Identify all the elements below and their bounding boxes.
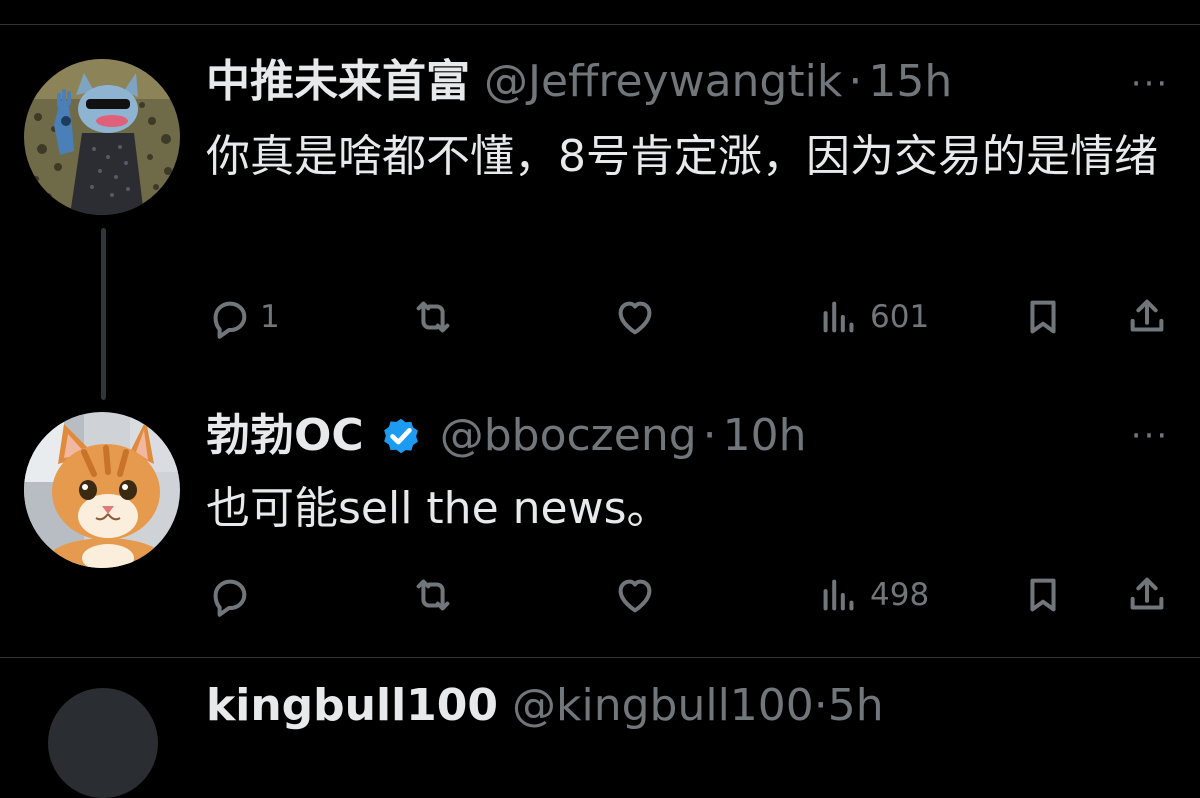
display-name[interactable]: 中推未来首富 [206,56,470,108]
share-button[interactable] [1124,294,1170,340]
heart-icon [618,579,652,613]
heart-icon [618,301,652,335]
retweet-button[interactable] [410,294,464,340]
thread-connector-line [101,228,106,400]
orange-cat-photo-avatar-icon [24,412,180,568]
next-tweet-display-name[interactable]: kingbull100 [206,680,498,731]
retweet-icon [416,301,450,333]
bookmark-icon [1030,578,1056,612]
like-button[interactable] [612,294,666,340]
reply-button[interactable]: 1 [206,294,280,340]
separator-dot: · [702,410,717,461]
tweet-header: 中推未来首富 @Jeffreywangtik · 15h [206,56,952,108]
separator-dot: · [848,56,863,107]
retweet-icon [416,579,450,611]
user-handle[interactable]: @bboczeng [440,410,697,462]
tweet-text: 你真是啥都不懂，8号肯定涨，因为交易的是情绪 [206,131,1158,182]
more-options-icon[interactable]: ··· [1128,67,1172,101]
verified-badge-icon [383,418,418,454]
retweet-button[interactable] [410,572,464,618]
next-tweet-avatar[interactable] [48,688,158,798]
display-name[interactable]: 勃勃OC [206,410,364,462]
like-button[interactable] [612,572,666,618]
tweet-timestamp[interactable]: 15h [868,56,952,108]
tweet-actions: 498 [0,572,1200,618]
views-icon [823,301,854,333]
cartoon-cat-avatar-icon [24,59,180,215]
avatar[interactable] [24,59,180,215]
tweet-header: 勃勃OC @bboczeng · 10h [206,410,807,462]
views-button[interactable]: 498 [816,572,929,618]
tweet-divider [0,657,1200,658]
views-button[interactable]: 601 [816,294,929,340]
view-count: 498 [870,577,930,613]
tweet-text: 也可能sell the news。 [206,483,671,534]
bookmark-button[interactable] [1020,294,1066,340]
reply-icon [213,579,247,617]
reply-icon [213,301,247,339]
share-icon [1130,577,1164,610]
bookmark-button[interactable] [1020,572,1066,618]
bookmark-icon [1030,300,1056,334]
share-icon [1130,299,1164,332]
view-count: 601 [870,299,930,335]
next-tweet-handle[interactable]: @kingbull100·5h [512,680,884,731]
views-icon [823,579,854,611]
tweet-actions: 1 601 [0,294,1200,340]
more-options-icon[interactable]: ··· [1128,419,1172,453]
reply-count: 1 [260,299,280,335]
reply-button[interactable] [206,572,260,618]
top-divider [0,24,1200,25]
user-handle[interactable]: @Jeffreywangtik [484,56,842,108]
tweet-timestamp[interactable]: 10h [723,410,807,462]
next-tweet-header[interactable]: kingbull100 @kingbull100·5h [206,680,884,731]
share-button[interactable] [1124,572,1170,618]
avatar[interactable] [24,412,180,568]
